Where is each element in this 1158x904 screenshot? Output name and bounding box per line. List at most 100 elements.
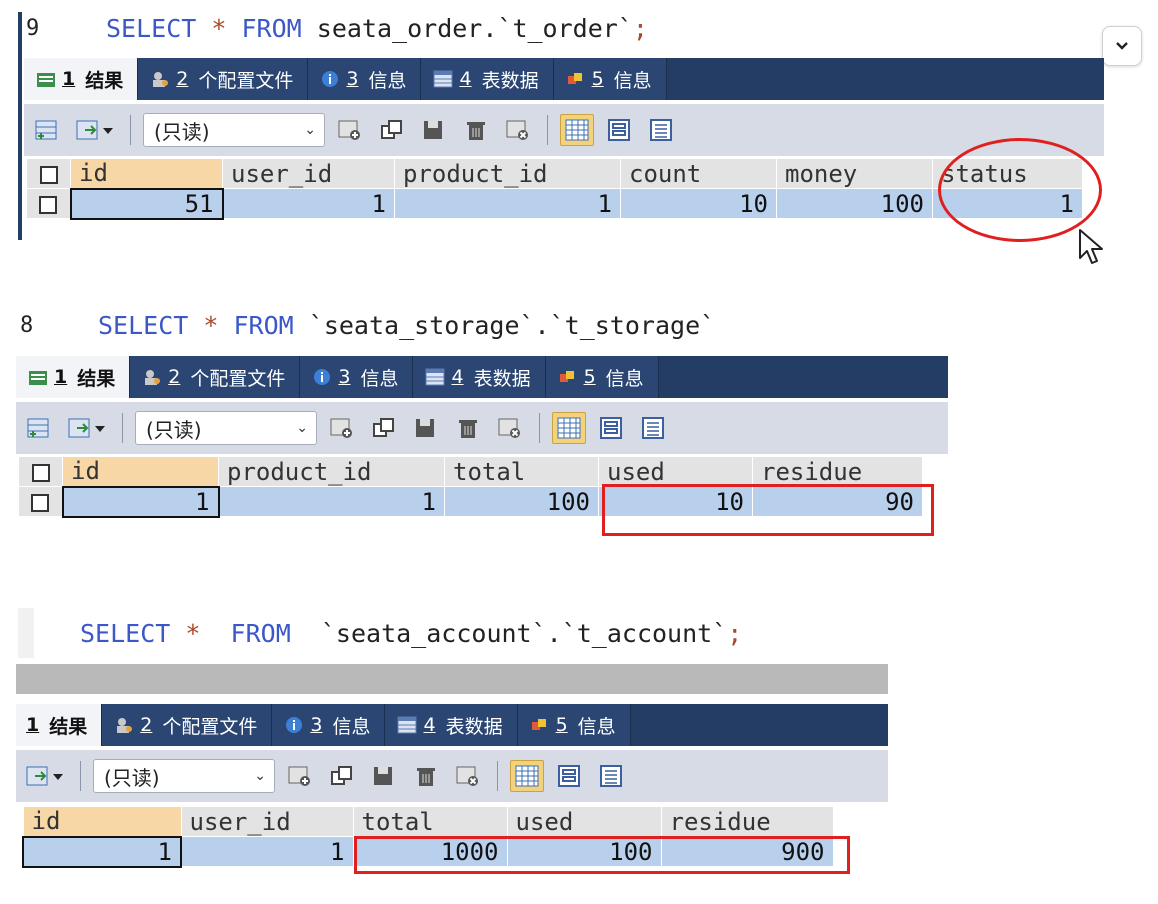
mode-select[interactable]: (只读) ⌄ <box>143 113 325 147</box>
export-button[interactable] <box>72 114 118 146</box>
table-cell[interactable]: 1 <box>61 485 220 518</box>
result-grid-order: id user_id product_id count money status… <box>26 158 1083 220</box>
text-view-button[interactable] <box>594 760 628 792</box>
table-cell[interactable]: 1 <box>218 486 445 517</box>
tab-info[interactable]: 3 信息 <box>308 58 422 100</box>
column-header[interactable]: user_id <box>222 158 395 189</box>
tab-info[interactable]: 3 信息 <box>272 704 386 746</box>
tab-result[interactable]: 1 结果 <box>16 704 103 746</box>
trash-icon[interactable] <box>459 114 493 146</box>
grid-view-button[interactable] <box>510 760 544 792</box>
mode-select-value: (只读) <box>154 119 210 144</box>
sql-query-storage[interactable]: SELECT * FROM `seata_storage`.`t_storage… <box>98 309 715 343</box>
chevron-down-icon: ⌄ <box>254 768 266 784</box>
mode-select[interactable]: (只读) ⌄ <box>135 411 317 445</box>
form-view-button[interactable] <box>552 760 586 792</box>
duplicate-row-button[interactable] <box>325 760 359 792</box>
tab-label: 个配置文件 <box>190 367 286 390</box>
profile-icon <box>150 70 170 88</box>
insert-row-button[interactable] <box>283 760 317 792</box>
text-view-button[interactable] <box>644 114 678 146</box>
table-cell[interactable]: 10 <box>620 188 777 219</box>
row-checkbox[interactable] <box>26 188 71 219</box>
collapse-dropdown-button[interactable] <box>1102 26 1142 66</box>
cancel-changes-button[interactable] <box>451 760 485 792</box>
sql-query-account[interactable]: SELECT * FROM `seata_account`.`t_account… <box>80 617 742 651</box>
export-button[interactable] <box>64 412 110 444</box>
tab-config[interactable]: 2 个配置文件 <box>138 58 309 100</box>
tab-info-2[interactable]: 5 信息 <box>553 58 667 100</box>
column-header[interactable]: id <box>62 456 219 487</box>
trash-icon[interactable] <box>451 412 485 444</box>
tab-table-data[interactable]: 4 表数据 <box>385 704 518 746</box>
tab-number: 4 <box>423 714 436 736</box>
sql-keyword-select: SELECT <box>98 311 189 340</box>
form-view-button[interactable] <box>602 114 636 146</box>
tab-number: 4 <box>459 68 472 90</box>
chevron-down-icon <box>1116 42 1128 50</box>
column-header[interactable]: count <box>620 158 777 189</box>
select-all-checkbox[interactable] <box>26 158 71 189</box>
save-icon[interactable] <box>417 114 451 146</box>
column-header[interactable]: product_id <box>218 456 445 487</box>
select-all-checkbox[interactable] <box>18 456 63 487</box>
table-cell[interactable]: 1 <box>222 188 395 219</box>
table-row[interactable]: 51 1 1 10 100 1 <box>26 187 1083 220</box>
tab-label: 个配置文件 <box>198 69 294 92</box>
tab-config[interactable]: 2 个配置文件 <box>102 704 273 746</box>
column-header[interactable]: total <box>444 456 599 487</box>
table-cell[interactable]: 1 <box>394 188 621 219</box>
tab-table-data[interactable]: 4 表数据 <box>421 58 554 100</box>
status-highlight-circle <box>938 138 1102 242</box>
tab-info[interactable]: 3 信息 <box>300 356 414 398</box>
save-icon[interactable] <box>409 412 443 444</box>
tab-info-2[interactable]: 5 信息 <box>545 356 659 398</box>
table-cell[interactable]: 51 <box>69 187 224 220</box>
duplicate-row-button[interactable] <box>375 114 409 146</box>
mode-select-value: (只读) <box>146 417 202 442</box>
column-header[interactable]: used <box>506 806 662 837</box>
tab-number: 2 <box>168 366 181 388</box>
save-icon[interactable] <box>367 760 401 792</box>
messages-icon <box>558 368 578 386</box>
export-button[interactable] <box>22 760 68 792</box>
result-toolbar: (只读) ⌄ <box>16 402 948 454</box>
table-cell[interactable]: 1 <box>180 836 354 867</box>
tab-label: 表数据 <box>481 69 539 92</box>
mode-select-value: (只读) <box>104 765 160 790</box>
column-header[interactable]: residue <box>660 806 834 837</box>
add-row-button[interactable] <box>30 114 64 146</box>
cancel-changes-button[interactable] <box>493 412 527 444</box>
column-header[interactable]: id <box>70 158 223 189</box>
duplicate-row-button[interactable] <box>367 412 401 444</box>
tab-result[interactable]: 1 结果 <box>24 58 139 100</box>
table-cell[interactable]: 1 <box>22 835 182 868</box>
trash-icon[interactable] <box>409 760 443 792</box>
sql-query-order[interactable]: SELECT * FROM seata_order.`t_order`; <box>106 12 648 46</box>
column-header[interactable]: id <box>22 806 182 837</box>
mode-select[interactable]: (只读) ⌄ <box>93 759 275 793</box>
column-header[interactable]: money <box>776 158 933 189</box>
grid-view-button[interactable] <box>560 114 594 146</box>
form-view-button[interactable] <box>594 412 628 444</box>
table-cell[interactable]: 100 <box>776 188 933 219</box>
tab-result[interactable]: 1 结果 <box>16 356 131 398</box>
tab-info-2[interactable]: 5 信息 <box>517 704 631 746</box>
add-row-button[interactable] <box>22 412 56 444</box>
tab-table-data[interactable]: 4 表数据 <box>413 356 546 398</box>
tab-number: 5 <box>591 68 604 90</box>
cancel-changes-button[interactable] <box>501 114 535 146</box>
column-header[interactable]: product_id <box>394 158 621 189</box>
column-header[interactable]: used <box>598 456 753 487</box>
insert-row-button[interactable] <box>325 412 359 444</box>
table-cell[interactable]: 100 <box>444 486 599 517</box>
grid-view-button[interactable] <box>552 412 586 444</box>
insert-row-button[interactable] <box>333 114 367 146</box>
tab-config[interactable]: 2 个配置文件 <box>130 356 301 398</box>
row-checkbox[interactable] <box>18 486 63 517</box>
column-header[interactable]: user_id <box>180 806 354 837</box>
column-header[interactable]: total <box>352 806 508 837</box>
column-header[interactable]: residue <box>752 456 923 487</box>
toolbar-separator <box>547 115 548 145</box>
text-view-button[interactable] <box>636 412 670 444</box>
